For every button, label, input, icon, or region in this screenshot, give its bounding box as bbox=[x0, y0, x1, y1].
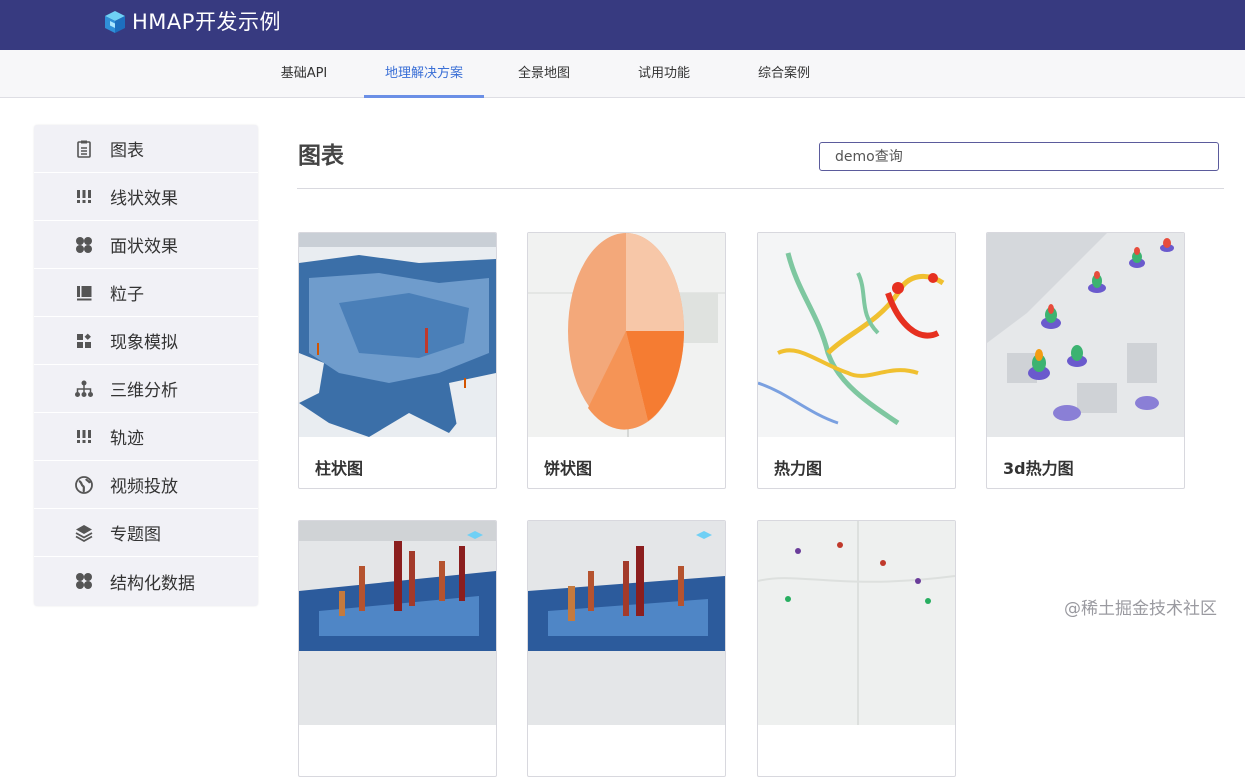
tab-panorama-map[interactable]: 全景地图 bbox=[506, 50, 582, 98]
sidebar-item-particles[interactable]: 粒子 bbox=[34, 269, 258, 317]
cube-logo-icon bbox=[105, 11, 125, 33]
dots-grid-icon bbox=[77, 190, 91, 203]
title-divider bbox=[297, 188, 1224, 189]
card-title: 饼状图 bbox=[544, 459, 593, 478]
pie-map-thumbnail bbox=[528, 233, 725, 437]
sidebar-item-label: 线状效果 bbox=[110, 189, 178, 209]
sidebar-item-charts[interactable]: 图表 bbox=[34, 125, 258, 173]
sidebar-item-label: 面状效果 bbox=[110, 237, 178, 257]
sidebar-item-phenomenon-sim[interactable]: 现象模拟 bbox=[34, 317, 258, 365]
demo-card-pie[interactable]: 饼状图 bbox=[527, 232, 726, 489]
card-title: 热力图 bbox=[774, 459, 823, 478]
demo-card-heatmap[interactable]: 热力图 bbox=[757, 232, 956, 489]
watermark: @稀土掘金技术社区 bbox=[1064, 599, 1217, 619]
sidebar-item-label: 现象模拟 bbox=[110, 333, 178, 353]
sidebar-item-structured-data[interactable]: 结构化数据 bbox=[34, 557, 258, 605]
app-title: HMAP开发示例 bbox=[132, 10, 281, 34]
top-header-bar: HMAP开发示例 bbox=[0, 0, 1245, 50]
sidebar-item-label: 轨迹 bbox=[110, 429, 144, 449]
solution-nav: 基础API 地理解决方案 全景地图 试用功能 综合案例 bbox=[0, 50, 1245, 98]
layers-icon bbox=[75, 525, 93, 543]
hierarchy-icon bbox=[75, 380, 93, 397]
3d-bar-city-thumbnail bbox=[299, 521, 496, 725]
tab-trial-features[interactable]: 试用功能 bbox=[626, 50, 702, 98]
sidebar-item-label: 结构化数据 bbox=[110, 573, 195, 594]
sidebar-item-thematic-map[interactable]: 专题图 bbox=[34, 509, 258, 557]
clipboard-icon bbox=[77, 140, 91, 158]
heat-map-thumbnail bbox=[758, 233, 955, 437]
card-title: 3d热力图 bbox=[1003, 459, 1074, 478]
sidebar-item-3d-analysis[interactable]: 三维分析 bbox=[34, 365, 258, 413]
sidebar-item-label: 图表 bbox=[110, 141, 144, 161]
3d-bar-city-thumbnail-2 bbox=[528, 521, 725, 725]
scatter-point-map-thumbnail bbox=[758, 521, 955, 725]
category-sidebar: 图表 线状效果 面状效果 粒子 现象模拟 三维分析 轨迹 视频投放 专题图 结构… bbox=[34, 125, 258, 606]
demo-card-3d-bar-city-2[interactable] bbox=[527, 520, 726, 777]
sidebar-item-video-projection[interactable]: 视频投放 bbox=[34, 461, 258, 509]
sidebar-item-label: 专题图 bbox=[110, 525, 161, 545]
card-title: 柱状图 bbox=[315, 459, 364, 478]
page-title: 图表 bbox=[298, 143, 344, 169]
bar-map-thumbnail bbox=[299, 233, 496, 437]
tab-geo-solutions[interactable]: 地理解决方案 bbox=[364, 50, 484, 98]
clover-icon bbox=[76, 237, 92, 253]
sidebar-item-label: 粒子 bbox=[110, 285, 144, 305]
demo-search-input[interactable] bbox=[819, 142, 1219, 171]
demo-card-3d-heatmap[interactable]: 3d热力图 bbox=[986, 232, 1185, 489]
demo-card-3d-bar-city[interactable] bbox=[298, 520, 497, 777]
sidebar-item-label: 视频投放 bbox=[110, 477, 178, 497]
tab-integrated-cases[interactable]: 综合案例 bbox=[746, 50, 822, 98]
list-icon bbox=[77, 286, 92, 301]
brand[interactable]: HMAP开发示例 bbox=[102, 9, 281, 35]
widgets-icon bbox=[77, 333, 91, 348]
sidebar-item-area-effects[interactable]: 面状效果 bbox=[34, 221, 258, 269]
sidebar-item-line-effects[interactable]: 线状效果 bbox=[34, 173, 258, 221]
globe-icon bbox=[75, 476, 93, 494]
sidebar-item-trajectory[interactable]: 轨迹 bbox=[34, 413, 258, 461]
clover-icon bbox=[76, 573, 92, 589]
demo-card-bar[interactable]: 柱状图 bbox=[298, 232, 497, 489]
dots-grid-icon bbox=[77, 430, 91, 443]
demo-card-scatter-map[interactable] bbox=[757, 520, 956, 777]
3d-heat-map-thumbnail bbox=[987, 233, 1184, 437]
tab-basic-api[interactable]: 基础API bbox=[268, 50, 340, 98]
sidebar-item-label: 三维分析 bbox=[110, 381, 178, 401]
